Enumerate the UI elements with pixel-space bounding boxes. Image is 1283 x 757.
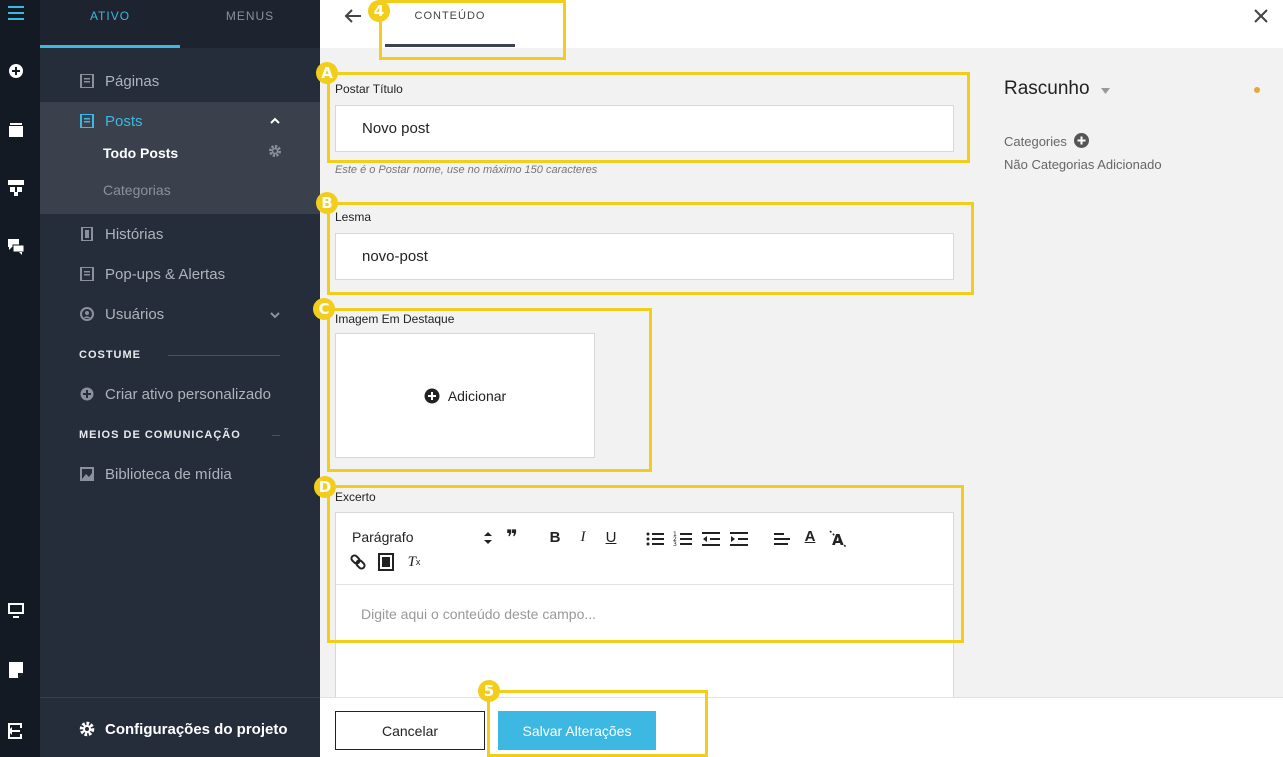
add-category-icon[interactable]: [1073, 133, 1089, 148]
callout-badge-5: 5: [478, 680, 500, 702]
bold-icon[interactable]: B: [545, 527, 565, 547]
text-color-icon[interactable]: A: [800, 526, 820, 546]
video-icon[interactable]: [376, 552, 396, 572]
active-tab-indicator: [40, 45, 180, 48]
image-library-icon: [80, 467, 94, 481]
gear-icon: [79, 721, 95, 737]
layout-icon[interactable]: [7, 179, 25, 197]
sidebar-item-label: Biblioteca de mídia: [105, 465, 232, 483]
chevron-up-icon[interactable]: [270, 117, 280, 125]
sidebar-item-label: Pop-ups & Alertas: [105, 265, 226, 283]
settings-label: Configurações do projeto: [105, 721, 288, 738]
excerpt-placeholder[interactable]: Digite aqui o conteúdo deste campo...: [361, 606, 596, 622]
sidebar-item-biblioteca[interactable]: Biblioteca de mídia: [40, 461, 320, 487]
logout-icon[interactable]: [7, 722, 25, 740]
title-hint: Este é o Postar nome, use no máximo 150 …: [335, 164, 598, 176]
status-dropdown[interactable]: Rascunho: [1004, 78, 1110, 100]
add-circle-icon: [80, 387, 94, 401]
slug-input[interactable]: novo-post: [335, 233, 954, 280]
save-button[interactable]: Salvar Alterações: [498, 711, 656, 750]
callout-badge-d: D: [314, 476, 336, 498]
post-title-input[interactable]: Novo post: [335, 105, 954, 152]
featured-image-label: Imagem Em Destaque: [335, 312, 455, 326]
categories-empty: Não Categorias Adicionado: [1004, 157, 1162, 172]
status-label: Rascunho: [1004, 78, 1090, 99]
section-divider: [168, 355, 280, 356]
back-arrow-icon[interactable]: [344, 9, 362, 23]
section-costume: COSTUME: [79, 349, 141, 361]
add-image-label: Adicionar: [447, 387, 507, 404]
chevron-down-icon[interactable]: [270, 311, 280, 319]
categories-text: Categories: [1004, 134, 1067, 149]
numbered-list-icon[interactable]: 123: [673, 529, 693, 549]
sidebar-subitem-categorias[interactable]: Categorias: [103, 182, 171, 198]
sidebar-item-historias[interactable]: Histórias: [40, 221, 320, 247]
tab-menus[interactable]: MENUS: [180, 0, 320, 48]
sidebar-item-label: Usuários: [105, 305, 165, 323]
section-divider: [272, 435, 280, 436]
align-left-icon[interactable]: [772, 529, 792, 549]
bottom-bar: Cancelar Salvar Alterações: [320, 697, 1283, 757]
editor-toolbar: Parágrafo ❞ B I U 123 A A Tx: [336, 513, 953, 585]
sidebar-item-popups[interactable]: Pop-ups & Alertas: [40, 261, 320, 287]
chevron-down-icon: [1100, 88, 1110, 94]
hamburger-menu-icon[interactable]: [7, 4, 25, 22]
blockquote-icon[interactable]: ❞: [502, 527, 522, 549]
featured-image-dropzone[interactable]: Adicionar: [335, 333, 595, 458]
add-circle-icon[interactable]: [7, 62, 25, 80]
callout-badge-4: 4: [368, 0, 390, 22]
tab-ativo[interactable]: ATIVO: [40, 0, 180, 48]
callout-badge-c: C: [313, 298, 335, 320]
callout-badge-b: B: [316, 192, 338, 214]
tab-conteudo[interactable]: CONTEÚDO: [385, 0, 515, 48]
note-icon[interactable]: [7, 661, 25, 679]
bullet-list-icon[interactable]: [645, 529, 665, 549]
pages-stack-icon[interactable]: [7, 121, 25, 139]
sidebar-item-label: Posts: [105, 112, 143, 130]
highlight-color-icon[interactable]: A: [828, 529, 848, 549]
active-tab-indicator: [385, 44, 515, 47]
sidebar-item-criar-ativo[interactable]: Criar ativo personalizado: [40, 381, 320, 407]
sidebar-item-posts[interactable]: Posts: [40, 108, 320, 134]
slug-label: Lesma: [335, 210, 372, 224]
post-icon: [80, 114, 94, 128]
monitor-icon[interactable]: [7, 602, 25, 620]
close-icon[interactable]: [1254, 9, 1268, 23]
cancel-button[interactable]: Cancelar: [335, 711, 485, 750]
excerpt-editor: Parágrafo ❞ B I U 123 A A Tx Digite aqui…: [335, 512, 954, 712]
popup-icon: [80, 267, 94, 281]
story-icon: [81, 227, 93, 241]
section-midia: MEIOS DE COMUNICAÇÃO: [79, 429, 241, 441]
indent-icon[interactable]: [729, 529, 749, 549]
clear-format-icon[interactable]: Tx: [404, 552, 424, 572]
svg-text:3: 3: [673, 541, 677, 548]
icon-rail: [0, 0, 40, 757]
topbar: CONTEÚDO: [320, 0, 1283, 48]
sidebar-item-paginas[interactable]: Páginas: [40, 68, 320, 94]
callout-badge-a: A: [316, 62, 338, 84]
gear-icon[interactable]: [268, 144, 282, 158]
project-settings[interactable]: Configurações do projeto: [40, 697, 320, 757]
categories-label: Categories: [1004, 133, 1089, 149]
underline-icon[interactable]: U: [601, 527, 621, 547]
sidebar-tabs: ATIVO MENUS: [40, 0, 320, 48]
user-icon: [80, 307, 94, 321]
sidebar-item-usuarios[interactable]: Usuários: [40, 301, 320, 327]
status-dot: [1254, 87, 1260, 93]
sidebar-item-label: Histórias: [105, 225, 164, 243]
italic-icon[interactable]: I: [573, 527, 593, 547]
sidebar-item-label: Criar ativo personalizado: [105, 385, 271, 403]
sidebar-subitem-todo-posts[interactable]: Todo Posts: [103, 145, 178, 161]
outdent-icon[interactable]: [701, 529, 721, 549]
sidebar-item-label: Páginas: [105, 72, 160, 90]
sidebar: ATIVO MENUS Páginas Posts Todo Posts Cat…: [40, 0, 320, 757]
format-select[interactable]: Parágrafo: [352, 529, 413, 545]
chat-icon[interactable]: [7, 238, 25, 256]
link-icon[interactable]: [348, 552, 368, 572]
excerpt-label: Excerto: [335, 490, 376, 504]
add-circle-icon: [424, 388, 440, 403]
title-label: Postar Título: [335, 82, 403, 96]
page-icon: [80, 74, 94, 88]
select-arrows-icon[interactable]: [484, 532, 492, 544]
